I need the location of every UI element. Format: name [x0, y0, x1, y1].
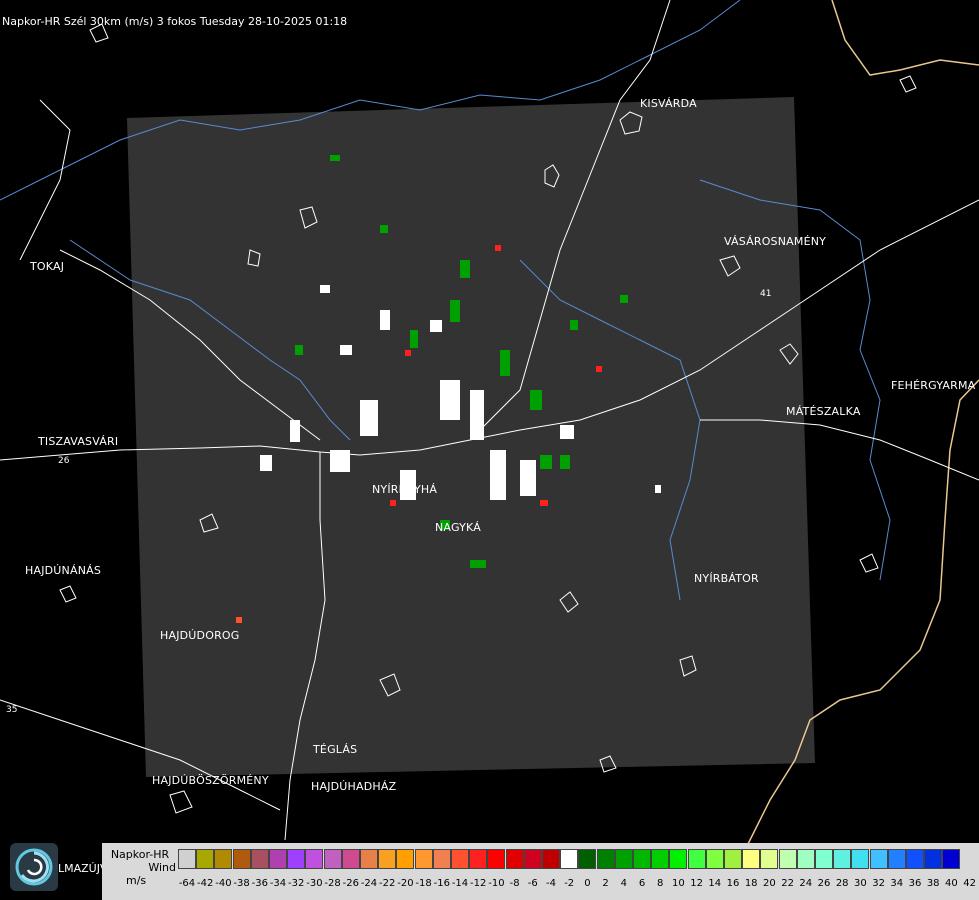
- road-number-label: 41: [760, 289, 771, 299]
- legend-swatch: [687, 849, 706, 869]
- legend-swatch: [250, 849, 269, 869]
- city-label: HAJDÚHADHÁZ: [311, 780, 397, 793]
- legend-title: Napkor-HR Wind m/s: [104, 848, 176, 887]
- legend-swatch: [323, 849, 342, 869]
- legend-title-line1: Napkor-HR: [110, 848, 170, 861]
- legend-swatch: [287, 849, 306, 869]
- legend-swatch: [760, 849, 779, 869]
- legend-swatch: [942, 849, 961, 869]
- legend-swatch: [669, 849, 688, 869]
- logo-icon: [10, 843, 58, 891]
- legend-swatch: [269, 849, 287, 869]
- city-label: HAJDÚBÖSZÖRMÉNY: [152, 774, 269, 787]
- legend-swatch: [815, 849, 833, 869]
- legend-swatch: [833, 849, 852, 869]
- city-label: NYÍRBÁTOR: [694, 572, 759, 585]
- city-label: FEHÉRGYARMA: [891, 379, 976, 392]
- legend-swatch: [633, 849, 651, 869]
- radar-map: 26 35 41: [0, 0, 979, 851]
- road: [19, 99, 71, 261]
- city-label: TISZAVASVÁRI: [38, 435, 119, 448]
- legend-swatch: [451, 849, 469, 869]
- legend-swatch: [378, 849, 397, 869]
- legend-swatch: [614, 849, 633, 869]
- city-label: TÉGLÁS: [313, 743, 358, 756]
- legend-swatch: [178, 849, 196, 869]
- city-label: TOKAJ: [30, 260, 65, 273]
- legend-swatch: [906, 849, 924, 869]
- legend-swatch: [560, 849, 579, 869]
- legend-swatch: [341, 849, 360, 869]
- legend-swatch: [232, 849, 251, 869]
- legend-swatch: [924, 849, 943, 869]
- legend-swatch: [542, 849, 560, 869]
- legend-swatch: [396, 849, 415, 869]
- legend-swatch: [724, 849, 742, 869]
- road-number-label: 35: [6, 705, 17, 715]
- legend-swatch: [360, 849, 378, 869]
- legend-swatch: [796, 849, 815, 869]
- legend-swatch: [778, 849, 797, 869]
- legend-swatch: [214, 849, 233, 869]
- city-label: MÁTÉSZALKA: [786, 405, 861, 418]
- legend-swatch: [432, 849, 451, 869]
- legend-swatch: [414, 849, 433, 869]
- city-label: HAJDÚNÁNÁS: [25, 564, 102, 577]
- legend-swatch: [523, 849, 542, 869]
- city-label: HAJDÚDOROG: [160, 629, 240, 642]
- legend-swatch: [596, 849, 615, 869]
- city-label: NAGYKÁ: [435, 521, 482, 534]
- map-title: Napkor-HR Szél 30km (m/s) 3 fokos Tuesda…: [2, 15, 348, 28]
- legend-swatch: [651, 849, 670, 869]
- city-label: NYÍREGYHÁ: [372, 483, 438, 496]
- legend-swatch: [742, 849, 761, 869]
- legend-swatch: [487, 849, 506, 869]
- legend-swatch: [305, 849, 324, 869]
- legend-swatch: [869, 849, 888, 869]
- legend-title-line2: Wind: [148, 861, 176, 874]
- road-number-label: 26: [58, 456, 70, 466]
- city-label: VÁSÁROSNAMÉNY: [724, 235, 827, 248]
- legend-swatch: [578, 849, 597, 869]
- legend-tick-label: 42: [963, 878, 976, 889]
- legend-title-line3: m/s: [126, 874, 147, 887]
- legend-swatch: [505, 849, 524, 869]
- legend-swatch: [887, 849, 906, 869]
- legend-swatch: [851, 849, 870, 869]
- legend-swatch: [469, 849, 488, 869]
- legend-swatch: [196, 849, 215, 869]
- city-label: KISVÁRDA: [640, 97, 697, 110]
- legend-swatch: [705, 849, 724, 869]
